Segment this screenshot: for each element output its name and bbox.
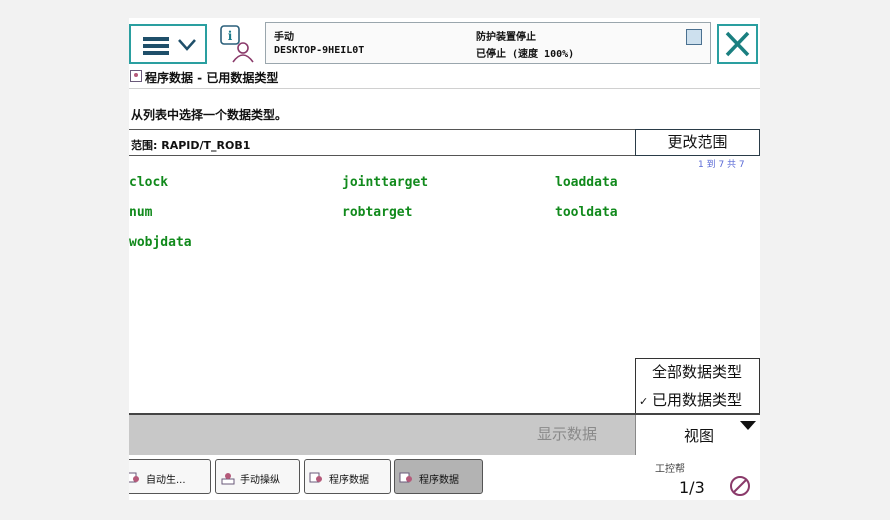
page-title: 程序数据 - 已用数据类型 [145, 71, 279, 85]
view-button[interactable]: 视图 [635, 415, 760, 455]
flexpendant-screen: i 手动 DESKTOP-9HEIL0T 防护装置停止 已停止 (速度 100%… [129, 18, 760, 500]
task-auto-production[interactable]: 自动生... [129, 459, 211, 494]
instruction-text: 从列表中选择一个数据类型。 [131, 108, 288, 122]
operating-mode: 手动 [274, 32, 294, 43]
program-data-icon [130, 70, 142, 82]
close-icon [725, 31, 750, 57]
data-type-wobjdata[interactable]: wobjdata [129, 235, 192, 250]
data-type-tooldata[interactable]: tooldata [555, 205, 618, 220]
view-popup-menu: 全部数据类型 ✓ 已用数据类型 [635, 358, 760, 413]
checkmark-icon: ✓ [639, 395, 649, 408]
title-divider [129, 88, 760, 89]
view-option-used-types[interactable]: 已用数据类型 [652, 389, 742, 410]
chevron-down-icon [178, 39, 196, 51]
data-type-clock[interactable]: clock [129, 175, 168, 190]
scope-label: 范围: RAPID/T_ROB1 [131, 139, 251, 152]
task-label: 自动生... [146, 475, 186, 486]
data-type-jointtarget[interactable]: jointtarget [342, 175, 428, 190]
task-label: 程序数据 [419, 475, 459, 486]
data-type-loaddata[interactable]: loaddata [555, 175, 618, 190]
controller-name: DESKTOP-9HEIL0T [274, 45, 365, 56]
task-app-icon [129, 472, 139, 483]
page-header: 程序数据 - 已用数据类型 [129, 68, 760, 86]
program-data-icon [399, 472, 412, 483]
hamburger-icon [143, 37, 169, 55]
svg-text:i: i [228, 29, 233, 43]
caret-down-icon [740, 421, 756, 430]
run-status: 已停止 (速度 100%) [476, 49, 575, 60]
program-data-icon [309, 472, 322, 483]
data-type-num[interactable]: num [129, 205, 152, 220]
status-panel[interactable]: 手动 DESKTOP-9HEIL0T 防护装置停止 已停止 (速度 100%) [265, 22, 711, 64]
task-jogging[interactable]: 手动操纵 [215, 459, 300, 494]
task-program-data-active[interactable]: 程序数据 [394, 459, 483, 494]
safety-status: 防护装置停止 [476, 32, 536, 43]
task-label: 手动操纵 [240, 475, 280, 486]
command-bar: 显示数据 视图 [129, 413, 760, 455]
view-option-all-types[interactable]: 全部数据类型 [652, 361, 742, 382]
event-log-icon[interactable]: i [219, 24, 257, 64]
task-label: 程序数据 [329, 475, 369, 486]
view-button-label: 视图 [684, 427, 715, 445]
close-button[interactable] [717, 24, 758, 64]
quickset-button[interactable]: 1/3 [673, 463, 707, 500]
jog-icon [221, 473, 235, 485]
item-counter: 1 到 7 共 7 [698, 160, 745, 170]
change-scope-button[interactable]: 更改范围 [635, 129, 760, 156]
show-data-button[interactable]: 显示数据 [537, 423, 597, 444]
data-type-robtarget[interactable]: robtarget [342, 205, 412, 220]
main-menu-button[interactable] [129, 24, 207, 64]
robot-status-icon[interactable] [727, 473, 753, 499]
task-program-data[interactable]: 程序数据 [304, 459, 391, 494]
quickset-label: 1/3 [679, 478, 705, 497]
status-flag-icon [686, 29, 702, 45]
top-bar: i 手动 DESKTOP-9HEIL0T 防护装置停止 已停止 (速度 100%… [129, 18, 760, 68]
